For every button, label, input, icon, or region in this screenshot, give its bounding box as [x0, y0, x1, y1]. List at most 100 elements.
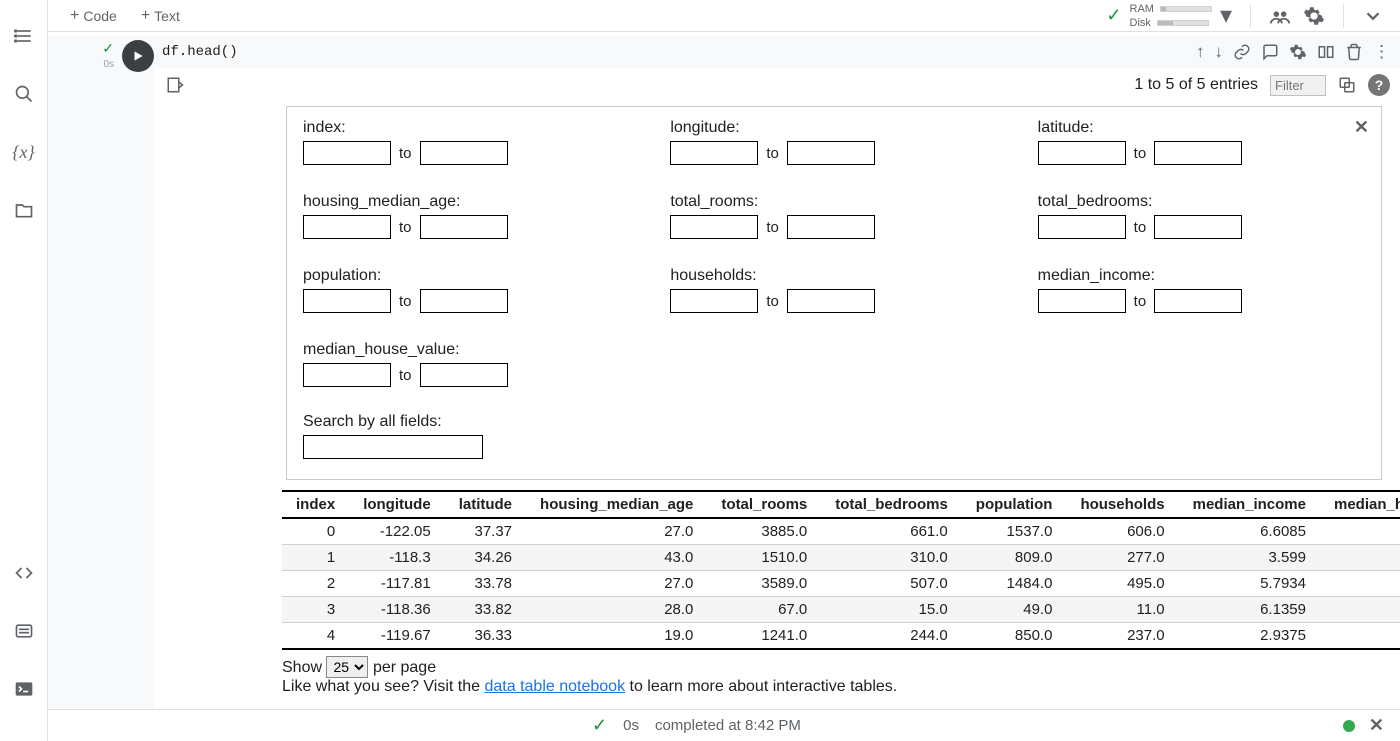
table-cell: 1510.0	[707, 545, 821, 571]
link-icon[interactable]	[1233, 43, 1251, 61]
table-cell: 1	[282, 545, 349, 571]
filter-to-input[interactable]	[420, 141, 508, 165]
help-icon[interactable]: ?	[1368, 74, 1390, 96]
filter-to-label: to	[399, 367, 412, 384]
filter-from-input[interactable]	[1038, 289, 1126, 313]
table-cell: 1537.0	[962, 518, 1067, 545]
column-header[interactable]: households	[1066, 491, 1178, 518]
disk-label: Disk	[1130, 17, 1151, 29]
filter-from-input[interactable]	[670, 141, 758, 165]
filter-from-input[interactable]	[303, 289, 391, 313]
filter-to-input[interactable]	[420, 363, 508, 387]
terminal-icon[interactable]	[12, 677, 36, 701]
table-cell: 2	[282, 571, 349, 597]
move-down-icon[interactable]: ↓	[1215, 42, 1224, 62]
data-table: indexlongitudelatitudehousing_median_age…	[282, 490, 1400, 650]
column-header[interactable]: longitude	[349, 491, 445, 518]
table-cell: 507.0	[821, 571, 962, 597]
table-cell: 6.1359	[1179, 597, 1320, 623]
column-header[interactable]: median_house_value	[1320, 491, 1400, 518]
close-filter-panel-icon[interactable]: ✕	[1354, 117, 1369, 138]
filter-from-input[interactable]	[1038, 215, 1126, 239]
table-cell: 330000.0	[1320, 597, 1400, 623]
output-collapse-icon[interactable]	[158, 76, 192, 94]
data-table-notebook-link[interactable]: data table notebook	[485, 678, 626, 695]
column-header[interactable]: median_income	[1179, 491, 1320, 518]
column-header[interactable]: housing_median_age	[526, 491, 707, 518]
files-icon[interactable]	[12, 198, 36, 222]
filter-to-input[interactable]	[787, 215, 875, 239]
add-code-button[interactable]: + Code	[64, 6, 123, 26]
filter-to-input[interactable]	[1154, 141, 1242, 165]
table-cell: -118.36	[349, 597, 445, 623]
cell-settings-gear-icon[interactable]	[1289, 43, 1307, 61]
table-cell: 5.7934	[1179, 571, 1320, 597]
copy-icon[interactable]	[1338, 76, 1356, 94]
table-cell: 2.9375	[1179, 623, 1320, 650]
filter-label: index:	[303, 119, 630, 137]
column-header[interactable]: total_bedrooms	[821, 491, 962, 518]
filter-from-input[interactable]	[303, 363, 391, 387]
column-header[interactable]: index	[282, 491, 349, 518]
filter-to-input[interactable]	[420, 289, 508, 313]
filter-label: median_income:	[1038, 267, 1365, 285]
table-cell: 43.0	[526, 545, 707, 571]
comment-icon[interactable]	[1261, 43, 1279, 61]
show-label-b: per page	[373, 659, 436, 676]
table-cell: 270500.0	[1320, 571, 1400, 597]
table-cell: 81700.0	[1320, 623, 1400, 650]
variables-icon[interactable]: {x}	[12, 140, 36, 164]
table-cell: 27.0	[526, 518, 707, 545]
toc-icon[interactable]	[12, 24, 36, 48]
filter-from-input[interactable]	[303, 215, 391, 239]
search-icon[interactable]	[12, 82, 36, 106]
filter-from-input[interactable]	[670, 289, 758, 313]
filter-to-input[interactable]	[420, 215, 508, 239]
column-header[interactable]: population	[962, 491, 1067, 518]
filter-from-input[interactable]	[1038, 141, 1126, 165]
settings-gear-icon[interactable]	[1303, 5, 1325, 27]
add-text-button[interactable]: + Text	[135, 6, 186, 26]
table-cell: 11.0	[1066, 597, 1178, 623]
filter-from-input[interactable]	[670, 215, 758, 239]
filter-to-label: to	[1134, 219, 1147, 236]
table-cell: 19.0	[526, 623, 707, 650]
code-snippets-icon[interactable]	[12, 561, 36, 585]
cell-exec-time: 0s	[103, 59, 114, 70]
close-status-icon[interactable]: ✕	[1369, 715, 1384, 736]
move-up-icon[interactable]: ↑	[1196, 42, 1205, 62]
table-cell: 3885.0	[707, 518, 821, 545]
command-palette-icon[interactable]	[12, 619, 36, 643]
filter-to-input[interactable]	[787, 289, 875, 313]
code-input[interactable]: df.head()	[154, 36, 1196, 68]
column-header[interactable]: latitude	[445, 491, 526, 518]
table-cell: 37.37	[445, 518, 526, 545]
more-menu-icon[interactable]: ⋮	[1373, 42, 1390, 62]
resource-meter[interactable]: RAM Disk	[1130, 3, 1212, 29]
filter-to-input[interactable]	[1154, 215, 1242, 239]
table-cell: 34.26	[445, 545, 526, 571]
filter-to-input[interactable]	[1154, 289, 1242, 313]
column-header[interactable]: total_rooms	[707, 491, 821, 518]
filter-label: population:	[303, 267, 630, 285]
delete-cell-icon[interactable]	[1345, 43, 1363, 61]
table-cell: 15.0	[821, 597, 962, 623]
filter-label: median_house_value:	[303, 341, 630, 359]
table-cell: -119.67	[349, 623, 445, 650]
filter-to-label: to	[766, 219, 779, 236]
filter-from-input[interactable]	[303, 141, 391, 165]
table-row: 4-119.6736.3319.01241.0244.0850.0237.02.…	[282, 623, 1400, 650]
ram-label: RAM	[1130, 3, 1154, 15]
cell-status-check-icon: ✓	[102, 40, 114, 57]
filter-label: housing_median_age:	[303, 193, 630, 211]
filter-input[interactable]	[1270, 75, 1326, 96]
expand-chevron-icon[interactable]	[1362, 5, 1384, 27]
run-cell-button[interactable]	[122, 40, 154, 72]
page-size-select[interactable]: 25	[326, 656, 368, 678]
filter-to-input[interactable]	[787, 141, 875, 165]
plus-icon: +	[141, 8, 150, 24]
share-icon[interactable]	[1269, 5, 1291, 27]
search-all-input[interactable]	[303, 435, 483, 459]
runtime-menu-caret-icon[interactable]: ▾	[1220, 1, 1232, 30]
mirror-cell-icon[interactable]	[1317, 43, 1335, 61]
